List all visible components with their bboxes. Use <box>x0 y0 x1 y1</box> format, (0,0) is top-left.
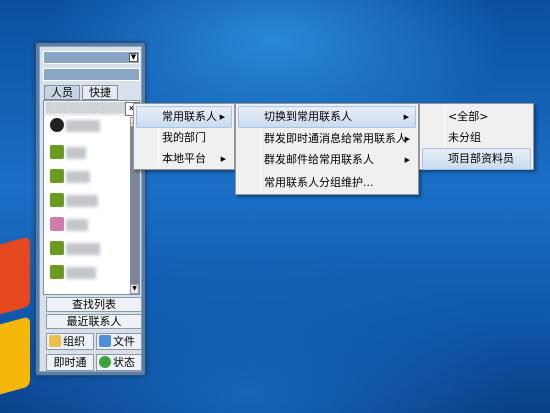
user-green-icon <box>50 145 64 159</box>
find-list-button[interactable]: 查找列表 <box>46 297 142 312</box>
user-green-icon <box>50 169 64 183</box>
user-green-icon <box>50 193 64 207</box>
status-combo[interactable]: ▼ <box>43 51 140 64</box>
file-icon <box>99 335 111 347</box>
menu-item-ungrouped[interactable]: 未分组 <box>422 127 531 149</box>
menu-item-local-platform[interactable]: 本地平台 ▶ <box>136 148 232 170</box>
menu-item-label: 切换到常用联系人 <box>264 110 352 123</box>
recent-contacts-button[interactable]: 最近联系人 <box>46 314 142 329</box>
menu-item-switch-common[interactable]: 切换到常用联系人 ▶ <box>238 106 416 128</box>
menu-item-my-department[interactable]: 我的部门 <box>136 127 232 149</box>
contact-name <box>66 267 96 279</box>
contact-name <box>66 219 88 231</box>
avatar-photo-icon <box>50 118 64 132</box>
menu-item-label: 我的部门 <box>162 131 206 144</box>
scroll-down-icon[interactable]: ▼ <box>130 284 139 294</box>
status-icon <box>99 356 111 368</box>
list-item[interactable] <box>48 263 128 283</box>
common-contacts-menu: 切换到常用联系人 ▶ 群发即时通消息给常用联系人 ▶ 群发邮件给常用联系人 ▶ 常用联… <box>235 103 419 195</box>
menu-item-label: <全部> <box>448 110 489 123</box>
shortcut-menu: 常用联系人 ▶ 我的部门 本地平台 ▶ <box>133 103 235 170</box>
contact-name <box>66 171 90 183</box>
list-item[interactable] <box>48 215 128 235</box>
chevron-down-icon[interactable]: ▼ <box>129 53 138 62</box>
menu-item-label: 群发邮件给常用联系人 <box>264 153 374 166</box>
menu-item-all[interactable]: <全部> <box>422 106 531 128</box>
menu-item-broadcast-mail[interactable]: 群发邮件给常用联系人 ▶ <box>238 149 416 171</box>
menu-item-project-staff[interactable]: 项目部资料员 <box>422 148 531 170</box>
submenu-arrow-icon: ▶ <box>220 155 226 163</box>
org-button[interactable]: 组织 <box>46 333 94 350</box>
contact-name <box>66 195 98 207</box>
menu-item-label: 本地平台 <box>162 152 206 165</box>
tab-people[interactable]: 人员 <box>44 85 80 100</box>
contact-name <box>66 120 100 132</box>
list-header[interactable]: ▒▒▒▒▒▒▒▒▒▒▒ <box>44 102 131 116</box>
user-green-icon <box>50 265 64 279</box>
list-item[interactable] <box>48 239 128 259</box>
menu-item-label: 未分组 <box>448 131 481 144</box>
menu-item-group-maintain[interactable]: 常用联系人分组维护... <box>238 172 416 194</box>
menu-item-label: 常用联系人分组维护... <box>264 176 374 189</box>
submenu-arrow-icon: ▶ <box>404 135 410 143</box>
submenu-arrow-icon: ▶ <box>219 113 225 121</box>
im-client-window: ▼ 人员 快捷 ▒▒▒▒▒▒▒▒▒▒▒ » ▲ ▼ <box>35 42 146 376</box>
tab-shortcut[interactable]: 快捷 <box>82 85 118 100</box>
user-pink-icon <box>50 217 64 231</box>
org-label: 组织 <box>63 335 85 348</box>
user-green-icon <box>50 241 64 255</box>
menu-item-label: 群发即时通消息给常用联系人 <box>264 132 407 145</box>
file-label: 文件 <box>113 335 135 348</box>
group-menu: <全部> 未分组 项目部资料员 <box>419 103 534 170</box>
status-button[interactable]: 状态 <box>96 354 142 371</box>
menu-item-label: 项目部资料员 <box>448 152 514 165</box>
signature-field[interactable] <box>43 68 140 81</box>
contact-name <box>66 243 100 255</box>
list-item[interactable] <box>48 191 128 211</box>
contact-name <box>66 147 86 159</box>
list-item[interactable] <box>48 167 128 187</box>
windows-logo-fragment <box>0 213 36 413</box>
submenu-arrow-icon: ▶ <box>403 113 409 121</box>
menu-item-broadcast-im[interactable]: 群发即时通消息给常用联系人 ▶ <box>238 128 416 150</box>
menu-item-label: 常用联系人 <box>162 110 217 123</box>
org-icon <box>49 335 61 347</box>
im-button[interactable]: 即时通 <box>46 354 94 371</box>
status-label: 状态 <box>113 356 135 369</box>
window-body: ▼ 人员 快捷 ▒▒▒▒▒▒▒▒▒▒▒ » ▲ ▼ <box>39 46 142 372</box>
list-item[interactable] <box>48 116 128 136</box>
file-button[interactable]: 文件 <box>96 333 142 350</box>
menu-item-common-contacts[interactable]: 常用联系人 ▶ <box>136 106 232 128</box>
submenu-arrow-icon: ▶ <box>404 156 410 164</box>
contact-list: ▒▒▒▒▒▒▒▒▒▒▒ » ▲ ▼ <box>43 100 140 295</box>
list-item[interactable] <box>48 143 128 163</box>
